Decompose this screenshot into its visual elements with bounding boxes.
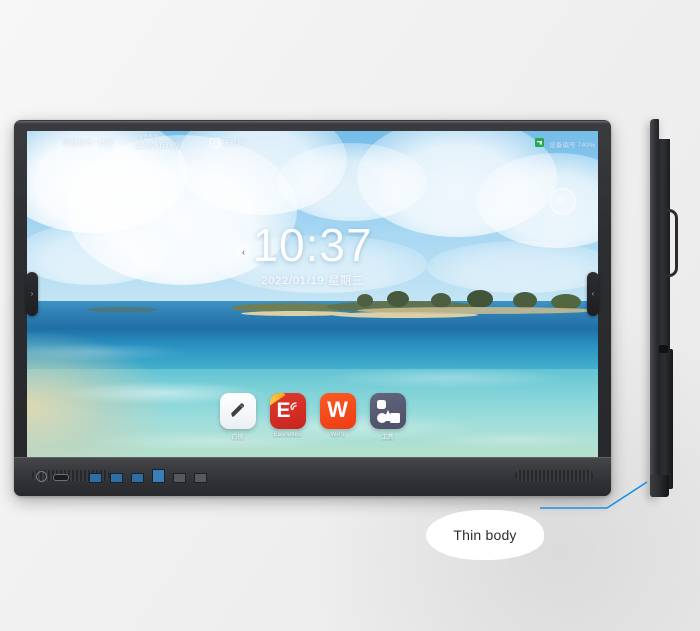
app-item-easinote[interactable]: E EasiNote5 <box>269 393 306 441</box>
palm-shape <box>467 290 493 308</box>
circle-glyph <box>376 413 387 423</box>
side-button-left[interactable]: › <box>26 272 38 316</box>
app-item-tools[interactable]: 工具 <box>369 393 406 441</box>
bottom-bezel <box>14 457 611 496</box>
palm-shape <box>431 293 451 308</box>
side-lower-body <box>658 349 673 489</box>
pen-glyph <box>230 403 244 417</box>
app-label: 白板 <box>231 435 244 441</box>
usb-port-1[interactable] <box>89 473 102 483</box>
easinote-e-icon[interactable]: E <box>269 393 306 429</box>
app-label: WPS <box>330 432 345 438</box>
aux-port[interactable] <box>194 473 207 483</box>
letter-w-glyph: W <box>327 397 348 422</box>
scene-canvas: 智慧教育一体机 服务热线 123456789 未联网 设备编号 740% 10:… <box>0 0 700 631</box>
usb-port-3[interactable] <box>131 473 144 483</box>
callout-leader-line <box>540 481 648 509</box>
wps-w-icon[interactable]: W <box>319 393 356 429</box>
side-notch <box>659 345 668 353</box>
carry-handle-icon <box>663 209 678 277</box>
tools-shapes-icon[interactable] <box>369 393 406 429</box>
bezel-highlight <box>16 121 609 124</box>
wallpaper-sky <box>27 131 598 301</box>
callout-label: Thin body <box>453 527 517 543</box>
display-screen[interactable]: 智慧教育一体机 服务热线 123456789 未联网 设备编号 740% 10:… <box>27 131 598 457</box>
io-port-row <box>36 469 207 483</box>
rounded-square-glyph <box>376 400 386 409</box>
display-side-profile <box>650 119 678 497</box>
note-pen-icon[interactable] <box>219 393 256 429</box>
interactive-display-front: 智慧教育一体机 服务热线 123456789 未联网 设备编号 740% 10:… <box>14 120 611 496</box>
island-shape <box>87 307 157 312</box>
app-item-whiteboard[interactable]: 白板 <box>219 393 256 441</box>
app-label: EasiNote5 <box>273 432 302 438</box>
lan-port[interactable] <box>173 473 186 483</box>
palm-shape <box>357 294 373 307</box>
usb-c-port-icon[interactable] <box>53 474 69 481</box>
signal-arcs-icon <box>289 402 297 411</box>
beach-sand <box>357 307 597 314</box>
side-button-right[interactable]: ‹ <box>587 272 599 316</box>
power-button-icon[interactable] <box>36 471 47 482</box>
app-label: 工具 <box>381 435 394 441</box>
floating-menu-ball-icon[interactable] <box>549 188 576 215</box>
app-dock: 白板 E EasiNote5 W WPS 工具 <box>27 393 598 441</box>
palm-shape <box>387 291 409 307</box>
usb-port-2[interactable] <box>110 473 123 483</box>
square-glyph <box>389 413 400 423</box>
app-item-wps[interactable]: W WPS <box>319 393 356 441</box>
chevron-left-icon[interactable]: ‹ <box>236 245 251 260</box>
hdmi-port[interactable] <box>152 469 165 483</box>
